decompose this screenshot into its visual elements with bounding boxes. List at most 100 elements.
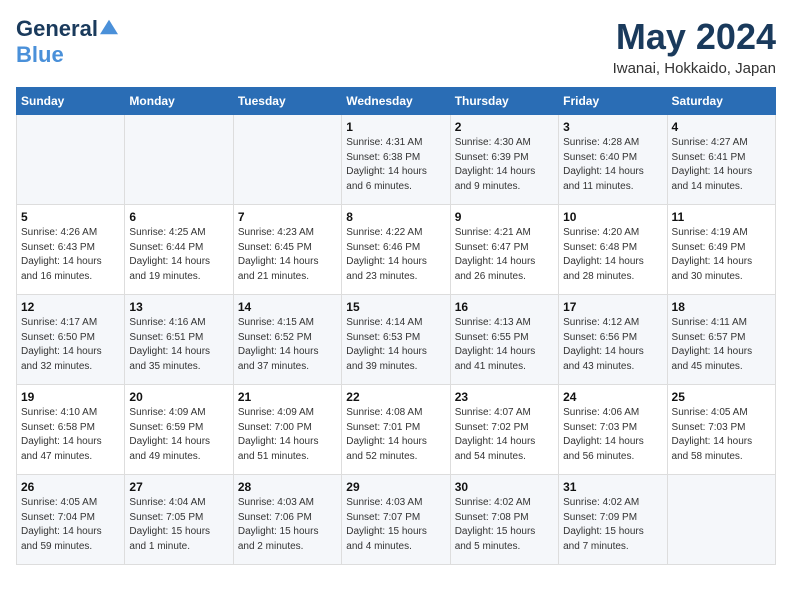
- calendar-cell: 26 Sunrise: 4:05 AMSunset: 7:04 PMDayligh…: [17, 475, 125, 565]
- cell-info: Sunrise: 4:28 AMSunset: 6:40 PMDaylight:…: [563, 136, 662, 194]
- calendar-cell: 11 Sunrise: 4:19 AMSunset: 6:49 PMDayligh…: [667, 205, 775, 295]
- cell-info: Sunrise: 4:03 AMSunset: 7:06 PMDaylight:…: [238, 496, 337, 554]
- calendar-cell: 9 Sunrise: 4:21 AMSunset: 6:47 PMDaylight…: [450, 205, 558, 295]
- day-number: 17: [563, 300, 662, 314]
- cell-info: Sunrise: 4:12 AMSunset: 6:56 PMDaylight:…: [563, 316, 662, 374]
- calendar-cell: [17, 115, 125, 205]
- day-number: 7: [238, 210, 337, 224]
- logo: General Blue: [16, 16, 118, 68]
- day-header-friday: Friday: [559, 88, 667, 115]
- calendar-cell: 7 Sunrise: 4:23 AMSunset: 6:45 PMDaylight…: [233, 205, 341, 295]
- day-header-thursday: Thursday: [450, 88, 558, 115]
- day-number: 16: [455, 300, 554, 314]
- calendar-cell: 16 Sunrise: 4:13 AMSunset: 6:55 PMDayligh…: [450, 295, 558, 385]
- day-number: 24: [563, 390, 662, 404]
- cell-info: Sunrise: 4:08 AMSunset: 7:01 PMDaylight:…: [346, 406, 445, 464]
- logo-blue-text: Blue: [16, 42, 64, 68]
- week-row-1: 1Sunrise: 4:31 AMSunset: 6:38 PMDaylight…: [17, 115, 776, 205]
- calendar-cell: 14Sunrise: 4:15 AMSunset: 6:52 PMDayligh…: [233, 295, 341, 385]
- cell-info: Sunrise: 4:04 AMSunset: 7:05 PMDaylight:…: [129, 496, 228, 554]
- cell-info: Sunrise: 4:31 AMSunset: 6:38 PMDaylight:…: [346, 136, 445, 194]
- day-number: 11: [672, 210, 771, 224]
- calendar-cell: 30Sunrise: 4:02 AMSunset: 7:08 PMDayligh…: [450, 475, 558, 565]
- cell-info: Sunrise: 4:25 AMSunset: 6:44 PMDaylight:…: [129, 226, 228, 284]
- cell-info: Sunrise: 4:21 AMSunset: 6:47 PMDaylight:…: [455, 226, 554, 284]
- day-header-tuesday: Tuesday: [233, 88, 341, 115]
- calendar-cell: 20 Sunrise: 4:09 AMSunset: 6:59 PMDayligh…: [125, 385, 233, 475]
- day-number: 4: [672, 120, 771, 134]
- calendar-cell: 22 Sunrise: 4:08 AMSunset: 7:01 PMDayligh…: [342, 385, 450, 475]
- cell-info: Sunrise: 4:14 AMSunset: 6:53 PMDaylight:…: [346, 316, 445, 374]
- cell-info: Sunrise: 4:05 AMSunset: 7:04 PMDaylight:…: [21, 496, 120, 554]
- cell-info: Sunrise: 4:06 AMSunset: 7:03 PMDaylight:…: [563, 406, 662, 464]
- calendar-cell: 31Sunrise: 4:02 AMSunset: 7:09 PMDayligh…: [559, 475, 667, 565]
- cell-info: Sunrise: 4:17 AMSunset: 6:50 PMDaylight:…: [21, 316, 120, 374]
- calendar-cell: 17 Sunrise: 4:12 AMSunset: 6:56 PMDayligh…: [559, 295, 667, 385]
- day-number: 5: [21, 210, 120, 224]
- calendar-cell: 23Sunrise: 4:07 AMSunset: 7:02 PMDayligh…: [450, 385, 558, 475]
- day-number: 26: [21, 480, 120, 494]
- calendar-cell: 24 Sunrise: 4:06 AMSunset: 7:03 PMDayligh…: [559, 385, 667, 475]
- day-header-monday: Monday: [125, 88, 233, 115]
- day-number: 10: [563, 210, 662, 224]
- week-row-3: 12Sunrise: 4:17 AMSunset: 6:50 PMDayligh…: [17, 295, 776, 385]
- week-row-4: 19Sunrise: 4:10 AMSunset: 6:58 PMDayligh…: [17, 385, 776, 475]
- cell-info: Sunrise: 4:09 AMSunset: 7:00 PMDaylight:…: [238, 406, 337, 464]
- day-number: 30: [455, 480, 554, 494]
- calendar-cell: 27 Sunrise: 4:04 AMSunset: 7:05 PMDayligh…: [125, 475, 233, 565]
- calendar-cell: 4 Sunrise: 4:27 AMSunset: 6:41 PMDaylight…: [667, 115, 775, 205]
- cell-info: Sunrise: 4:19 AMSunset: 6:49 PMDaylight:…: [672, 226, 771, 284]
- calendar-cell: [125, 115, 233, 205]
- cell-info: Sunrise: 4:05 AMSunset: 7:03 PMDaylight:…: [672, 406, 771, 464]
- calendar-cell: 18Sunrise: 4:11 AMSunset: 6:57 PMDayligh…: [667, 295, 775, 385]
- cell-info: Sunrise: 4:16 AMSunset: 6:51 PMDaylight:…: [129, 316, 228, 374]
- cell-info: Sunrise: 4:30 AMSunset: 6:39 PMDaylight:…: [455, 136, 554, 194]
- day-number: 13: [129, 300, 228, 314]
- location-title: Iwanai, Hokkaido, Japan: [613, 60, 776, 77]
- day-number: 9: [455, 210, 554, 224]
- calendar-cell: 5Sunrise: 4:26 AMSunset: 6:43 PMDaylight…: [17, 205, 125, 295]
- day-number: 25: [672, 390, 771, 404]
- day-number: 6: [129, 210, 228, 224]
- calendar-cell: 15 Sunrise: 4:14 AMSunset: 6:53 PMDayligh…: [342, 295, 450, 385]
- day-header-saturday: Saturday: [667, 88, 775, 115]
- cell-info: Sunrise: 4:22 AMSunset: 6:46 PMDaylight:…: [346, 226, 445, 284]
- title-section: May 2024 Iwanai, Hokkaido, Japan: [613, 16, 776, 77]
- month-title: May 2024: [613, 16, 776, 58]
- cell-info: Sunrise: 4:20 AMSunset: 6:48 PMDaylight:…: [563, 226, 662, 284]
- header-row: SundayMondayTuesdayWednesdayThursdayFrid…: [17, 88, 776, 115]
- week-row-5: 26 Sunrise: 4:05 AMSunset: 7:04 PMDayligh…: [17, 475, 776, 565]
- calendar-cell: 2Sunrise: 4:30 AMSunset: 6:39 PMDaylight…: [450, 115, 558, 205]
- cell-info: Sunrise: 4:07 AMSunset: 7:02 PMDaylight:…: [455, 406, 554, 464]
- day-number: 28: [238, 480, 337, 494]
- day-number: 27: [129, 480, 228, 494]
- day-number: 20: [129, 390, 228, 404]
- calendar-cell: 10 Sunrise: 4:20 AMSunset: 6:48 PMDayligh…: [559, 205, 667, 295]
- calendar-cell: 25 Sunrise: 4:05 AMSunset: 7:03 PMDayligh…: [667, 385, 775, 475]
- cell-info: Sunrise: 4:10 AMSunset: 6:58 PMDaylight:…: [21, 406, 120, 464]
- calendar-cell: 21Sunrise: 4:09 AMSunset: 7:00 PMDayligh…: [233, 385, 341, 475]
- day-number: 22: [346, 390, 445, 404]
- cell-info: Sunrise: 4:23 AMSunset: 6:45 PMDaylight:…: [238, 226, 337, 284]
- day-number: 14: [238, 300, 337, 314]
- calendar-cell: 6 Sunrise: 4:25 AMSunset: 6:44 PMDaylight…: [125, 205, 233, 295]
- cell-info: Sunrise: 4:03 AMSunset: 7:07 PMDaylight:…: [346, 496, 445, 554]
- calendar-cell: 29Sunrise: 4:03 AMSunset: 7:07 PMDayligh…: [342, 475, 450, 565]
- calendar-cell: 1Sunrise: 4:31 AMSunset: 6:38 PMDaylight…: [342, 115, 450, 205]
- day-number: 31: [563, 480, 662, 494]
- day-number: 18: [672, 300, 771, 314]
- cell-info: Sunrise: 4:09 AMSunset: 6:59 PMDaylight:…: [129, 406, 228, 464]
- logo-general-text: General: [16, 16, 98, 42]
- day-number: 8: [346, 210, 445, 224]
- day-header-wednesday: Wednesday: [342, 88, 450, 115]
- calendar-cell: [667, 475, 775, 565]
- calendar-cell: 12Sunrise: 4:17 AMSunset: 6:50 PMDayligh…: [17, 295, 125, 385]
- day-number: 15: [346, 300, 445, 314]
- calendar-cell: 3Sunrise: 4:28 AMSunset: 6:40 PMDaylight…: [559, 115, 667, 205]
- cell-info: Sunrise: 4:13 AMSunset: 6:55 PMDaylight:…: [455, 316, 554, 374]
- week-row-2: 5Sunrise: 4:26 AMSunset: 6:43 PMDaylight…: [17, 205, 776, 295]
- day-header-sunday: Sunday: [17, 88, 125, 115]
- cell-info: Sunrise: 4:27 AMSunset: 6:41 PMDaylight:…: [672, 136, 771, 194]
- calendar-cell: [233, 115, 341, 205]
- calendar-cell: 8 Sunrise: 4:22 AMSunset: 6:46 PMDaylight…: [342, 205, 450, 295]
